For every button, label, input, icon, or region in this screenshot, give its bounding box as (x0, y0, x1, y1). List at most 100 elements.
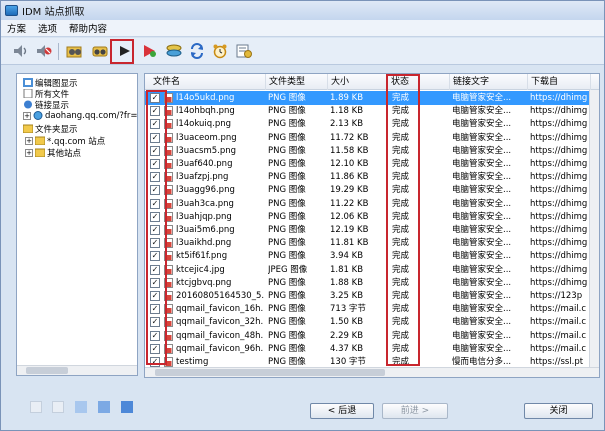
column-header-link-text[interactable]: 链接文字 (450, 74, 528, 90)
folder-binoculars-icon[interactable] (65, 41, 85, 61)
view-tree-panel: 编辑图显示 所有文件 链接显示 + daohang.qq.com/?fr= 文件… (16, 73, 138, 376)
cell-link-text: 电脑管家安全... (452, 225, 512, 235)
alarm-clock-icon[interactable] (210, 41, 230, 61)
table-row[interactable]: ✓ l3uagg96.png PNG 图像 19.29 KB 完成 电脑管家安全... ht… (145, 183, 599, 197)
cell-link-text: 电脑管家安全... (452, 264, 512, 275)
tree-item-links[interactable]: 链接显示 (23, 99, 69, 111)
menu-help[interactable]: 帮助内容 (69, 21, 107, 35)
close-button[interactable]: 关闭 (524, 403, 593, 419)
footer: < 后退 前进 > 关闭 (1, 389, 604, 430)
tree-item-edit-view[interactable]: 编辑图显示 (23, 77, 78, 89)
table-row[interactable]: ✓ l3uafzpj.png PNG 图像 11.86 KB 完成 电脑管家安全... ht… (145, 170, 599, 184)
table-row[interactable]: ✓ l14o5ukd.png PNG 图像 1.89 KB 完成 电脑管家安全... htt… (145, 91, 599, 105)
binoculars-icon[interactable] (90, 41, 110, 61)
app-icon (5, 5, 18, 16)
cell-file-type: PNG 图像 (268, 238, 306, 249)
cell-size: 11.86 KB (330, 172, 369, 183)
list-settings-icon[interactable] (234, 41, 254, 61)
cell-source: https://dhimg (530, 159, 588, 169)
cell-file-type: PNG 图像 (268, 225, 306, 235)
column-header-source[interactable]: 下载自 (528, 74, 591, 90)
tree-label: 文件夹显示 (35, 124, 78, 135)
cell-size: 19.29 KB (330, 185, 369, 196)
cell-link-text: 电脑管家安全... (452, 304, 512, 315)
scroll-thumb[interactable] (26, 367, 68, 374)
step-indicator-square (121, 401, 133, 413)
table-row[interactable]: ✓ qqmail_favicon_96h... PNG 图像 4.37 KB 完成 电脑管… (145, 342, 599, 356)
table-row[interactable]: ✓ qqmail_favicon_48h... PNG 图像 2.29 KB 完成 电脑管… (145, 329, 599, 343)
scroll-thumb[interactable] (155, 369, 385, 376)
cell-link-text: 电脑管家安全... (452, 277, 512, 288)
refresh-icon[interactable] (187, 41, 207, 61)
table-row[interactable]: ✓ kt5if61f.png PNG 图像 3.94 KB 完成 电脑管家安全... htt… (145, 249, 599, 263)
speaker-mute-icon[interactable] (34, 41, 54, 61)
menu-options[interactable]: 选项 (38, 21, 57, 35)
cell-size: 1.50 KB (330, 317, 364, 328)
cell-size: 12.10 KB (330, 159, 369, 169)
stack-icon[interactable] (164, 41, 184, 61)
table-row[interactable]: ✓ 20160805164530_5... PNG 图像 3.25 KB 完成 电脑管家安… (145, 289, 599, 303)
cell-source: https://dhimg (530, 251, 588, 262)
tree-item-all-files[interactable]: 所有文件 (23, 88, 69, 100)
cell-link-text: 电脑管家安全... (452, 172, 512, 183)
expand-icon[interactable]: + (23, 111, 31, 120)
list-header: 文件名 文件类型 大小 状态 链接文字 下载自 (145, 74, 599, 90)
column-header-size[interactable]: 大小 (328, 74, 388, 90)
cell-filename: l3uaikhd.png (176, 238, 232, 249)
next-button[interactable]: 前进 > (382, 403, 448, 419)
cell-link-text: 电脑管家安全... (452, 343, 512, 354)
cell-source: https://dhimg (530, 172, 588, 183)
menu-bar: 方案 选项 帮助内容 (1, 20, 604, 37)
cell-file-type: PNG 图像 (268, 277, 306, 288)
cell-size: 1.81 KB (330, 264, 364, 275)
cell-size: 1.89 KB (330, 93, 364, 103)
table-row[interactable]: ✓ l14okuiq.png PNG 图像 2.13 KB 完成 电脑管家安全... htt… (145, 117, 599, 131)
table-row[interactable]: ✓ l3uahjqp.png PNG 图像 12.06 KB 完成 电脑管家安全... ht… (145, 210, 599, 224)
expand-icon[interactable]: + (25, 148, 33, 157)
cell-size: 1.88 KB (330, 277, 364, 288)
table-row[interactable]: ✓ l3uacsm5.png PNG 图像 11.58 KB 完成 电脑管家安全... ht… (145, 144, 599, 158)
table-row[interactable]: ✓ l3uaikhd.png PNG 图像 11.81 KB 完成 电脑管家安全... ht… (145, 236, 599, 250)
tree-item-folders[interactable]: 文件夹显示 (22, 123, 78, 135)
tree-item-qq-sites[interactable]: + *.qq.com 站点 (25, 135, 105, 147)
cell-filename: qqmail_favicon_96h... (176, 343, 264, 354)
tree-item-other-sites[interactable]: + 其他站点 (25, 147, 81, 159)
table-row[interactable]: ✓ l3uaceom.png PNG 图像 11.72 KB 完成 电脑管家安全... ht… (145, 131, 599, 145)
play-green-icon[interactable] (140, 41, 160, 61)
status-column-highlight (386, 74, 420, 366)
toolbar (1, 38, 604, 65)
cell-file-type: PNG 图像 (268, 330, 306, 341)
list-vertical-scrollbar[interactable] (589, 90, 599, 367)
back-button[interactable]: < 后退 (310, 403, 374, 419)
tree-item-daohang[interactable]: + daohang.qq.com/?fr= (23, 110, 138, 121)
column-header-filename[interactable]: 文件名 (145, 74, 266, 90)
list-horizontal-scrollbar[interactable] (145, 367, 599, 377)
table-row[interactable]: ✓ ktcjgbvq.png PNG 图像 1.88 KB 完成 电脑管家安全... htt… (145, 276, 599, 290)
cell-link-text: 电脑管家安全... (452, 238, 512, 249)
column-header-type[interactable]: 文件类型 (266, 74, 328, 90)
table-row[interactable]: ✓ ktcejic4.jpg JPEG 图像 1.81 KB 完成 电脑管家安全... ht… (145, 263, 599, 277)
expand-icon[interactable]: + (25, 136, 33, 145)
table-row[interactable]: ✓ l14ohbqh.png PNG 图像 1.18 KB 完成 电脑管家安全... htt… (145, 104, 599, 118)
cell-source: https://dhimg (530, 106, 588, 117)
cell-source: https://dhimg (530, 93, 588, 103)
cell-source: https://dhimg (530, 145, 588, 156)
cell-source: https://dhimg (530, 277, 588, 288)
table-row[interactable]: ✓ qqmail_favicon_32h... PNG 图像 1.50 KB 完成 电脑管… (145, 315, 599, 329)
table-row[interactable]: ✓ l3uai5m6.png PNG 图像 12.19 KB 完成 电脑管家安全... ht… (145, 223, 599, 237)
file-list: 文件名 文件类型 大小 状态 链接文字 下载自 ✓ l14o5ukd.png PNG… (144, 73, 600, 378)
step-indicator-square (30, 401, 42, 413)
cell-filename: l14okuiq.png (176, 119, 232, 130)
tree-horizontal-scrollbar[interactable] (17, 365, 137, 375)
cell-link-text: 电脑管家安全... (452, 93, 512, 103)
table-row[interactable]: ✓ l3uaf640.png PNG 图像 12.10 KB 完成 电脑管家安全... ht… (145, 157, 599, 171)
step-indicator-square (98, 401, 110, 413)
cell-source: https://dhimg (530, 225, 588, 235)
speaker-icon[interactable] (11, 41, 31, 61)
cell-filename: l3uaf640.png (176, 159, 233, 169)
cell-filename: qqmail_favicon_16h... (176, 304, 264, 315)
menu-plan[interactable]: 方案 (7, 21, 26, 35)
step-indicator-square (75, 401, 87, 413)
table-row[interactable]: ✓ qqmail_favicon_16h... PNG 图像 713 字节 完成 电脑管家… (145, 302, 599, 316)
table-row[interactable]: ✓ l3uah3ca.png PNG 图像 11.22 KB 完成 电脑管家安全... ht… (145, 197, 599, 211)
